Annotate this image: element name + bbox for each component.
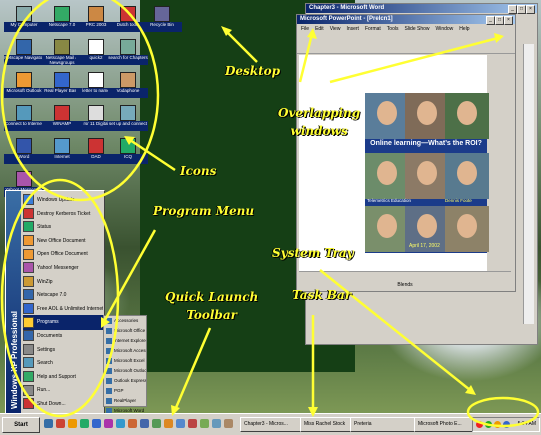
icons-highlight [0, 0, 160, 202]
system-tray-highlight [466, 396, 540, 428]
arrow [224, 29, 258, 63]
arrow [298, 33, 314, 83]
arrowhead [307, 28, 317, 39]
label-program-menu: Program Menu [153, 204, 255, 218]
label-quick-launch: Quick Launch Toolbar [165, 290, 259, 322]
start-menu-highlight [0, 178, 120, 418]
label-overlapping-windows: Overlapping windows [278, 106, 361, 138]
arrowhead [171, 405, 180, 416]
arrow [329, 36, 499, 84]
label-icons: Icons [180, 164, 217, 178]
arrowhead [308, 407, 318, 417]
arrowhead [494, 33, 504, 43]
label-task-bar: Task Bar [292, 288, 352, 302]
arrow [173, 327, 212, 411]
label-desktop: Desktop [225, 64, 281, 78]
label-system-tray: System Tray [272, 246, 354, 260]
